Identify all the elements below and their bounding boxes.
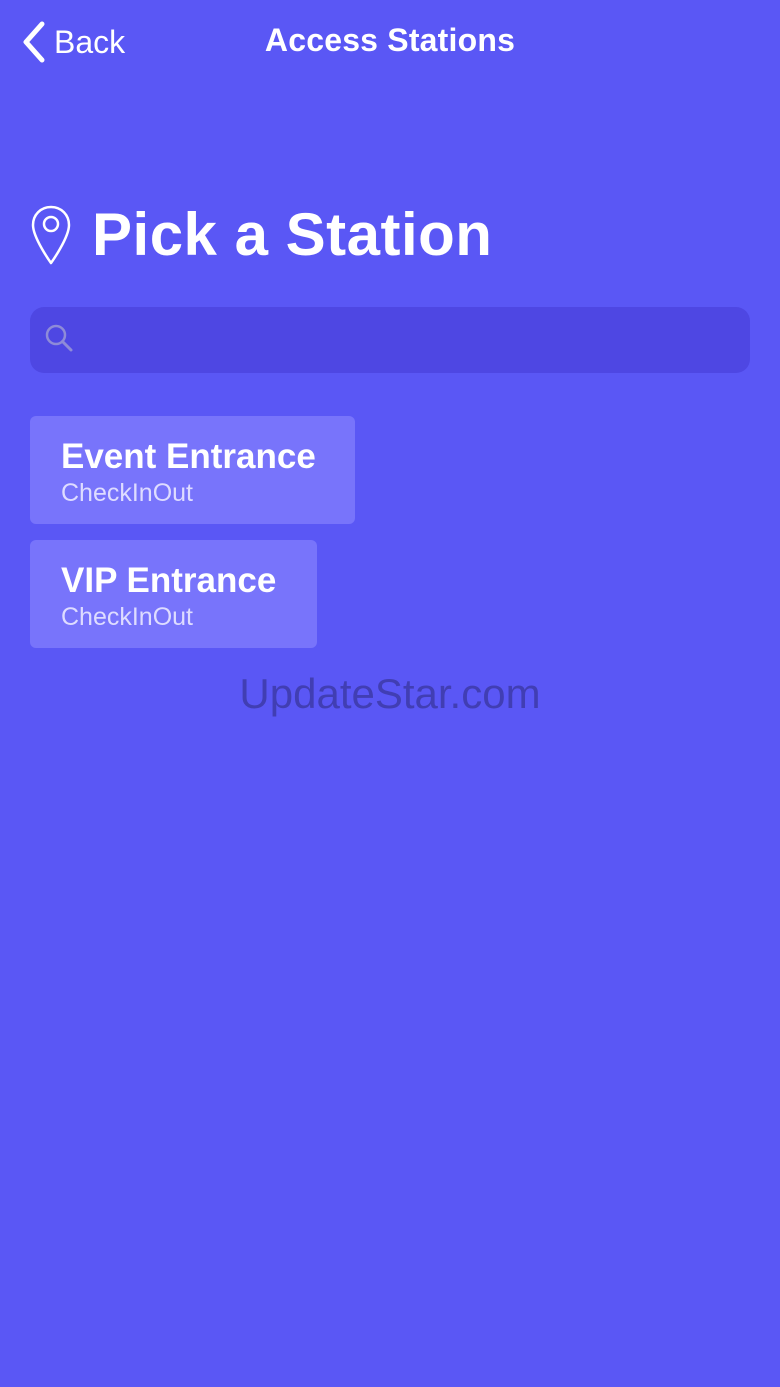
search-icon bbox=[44, 323, 74, 358]
station-type: CheckInOut bbox=[61, 603, 194, 631]
search-input[interactable] bbox=[74, 309, 750, 371]
navigation-bar: Back Access Stations bbox=[0, 0, 780, 84]
station-card-event-entrance[interactable]: Event Entrance CheckInOut bbox=[30, 416, 355, 524]
watermark: UpdateStar.com bbox=[239, 670, 541, 717]
location-pin-icon bbox=[30, 204, 72, 266]
page-title: Access Stations bbox=[264, 22, 516, 58]
station-name: VIP Entrance bbox=[61, 561, 277, 600]
heading-text: Pick a Station bbox=[92, 201, 493, 268]
station-card-vip-entrance[interactable]: VIP Entrance CheckInOut bbox=[30, 540, 317, 648]
station-type: CheckInOut bbox=[61, 479, 194, 507]
search-bar[interactable] bbox=[30, 307, 750, 373]
section-heading: Pick a Station bbox=[30, 200, 492, 269]
station-name: Event Entrance bbox=[61, 437, 316, 476]
